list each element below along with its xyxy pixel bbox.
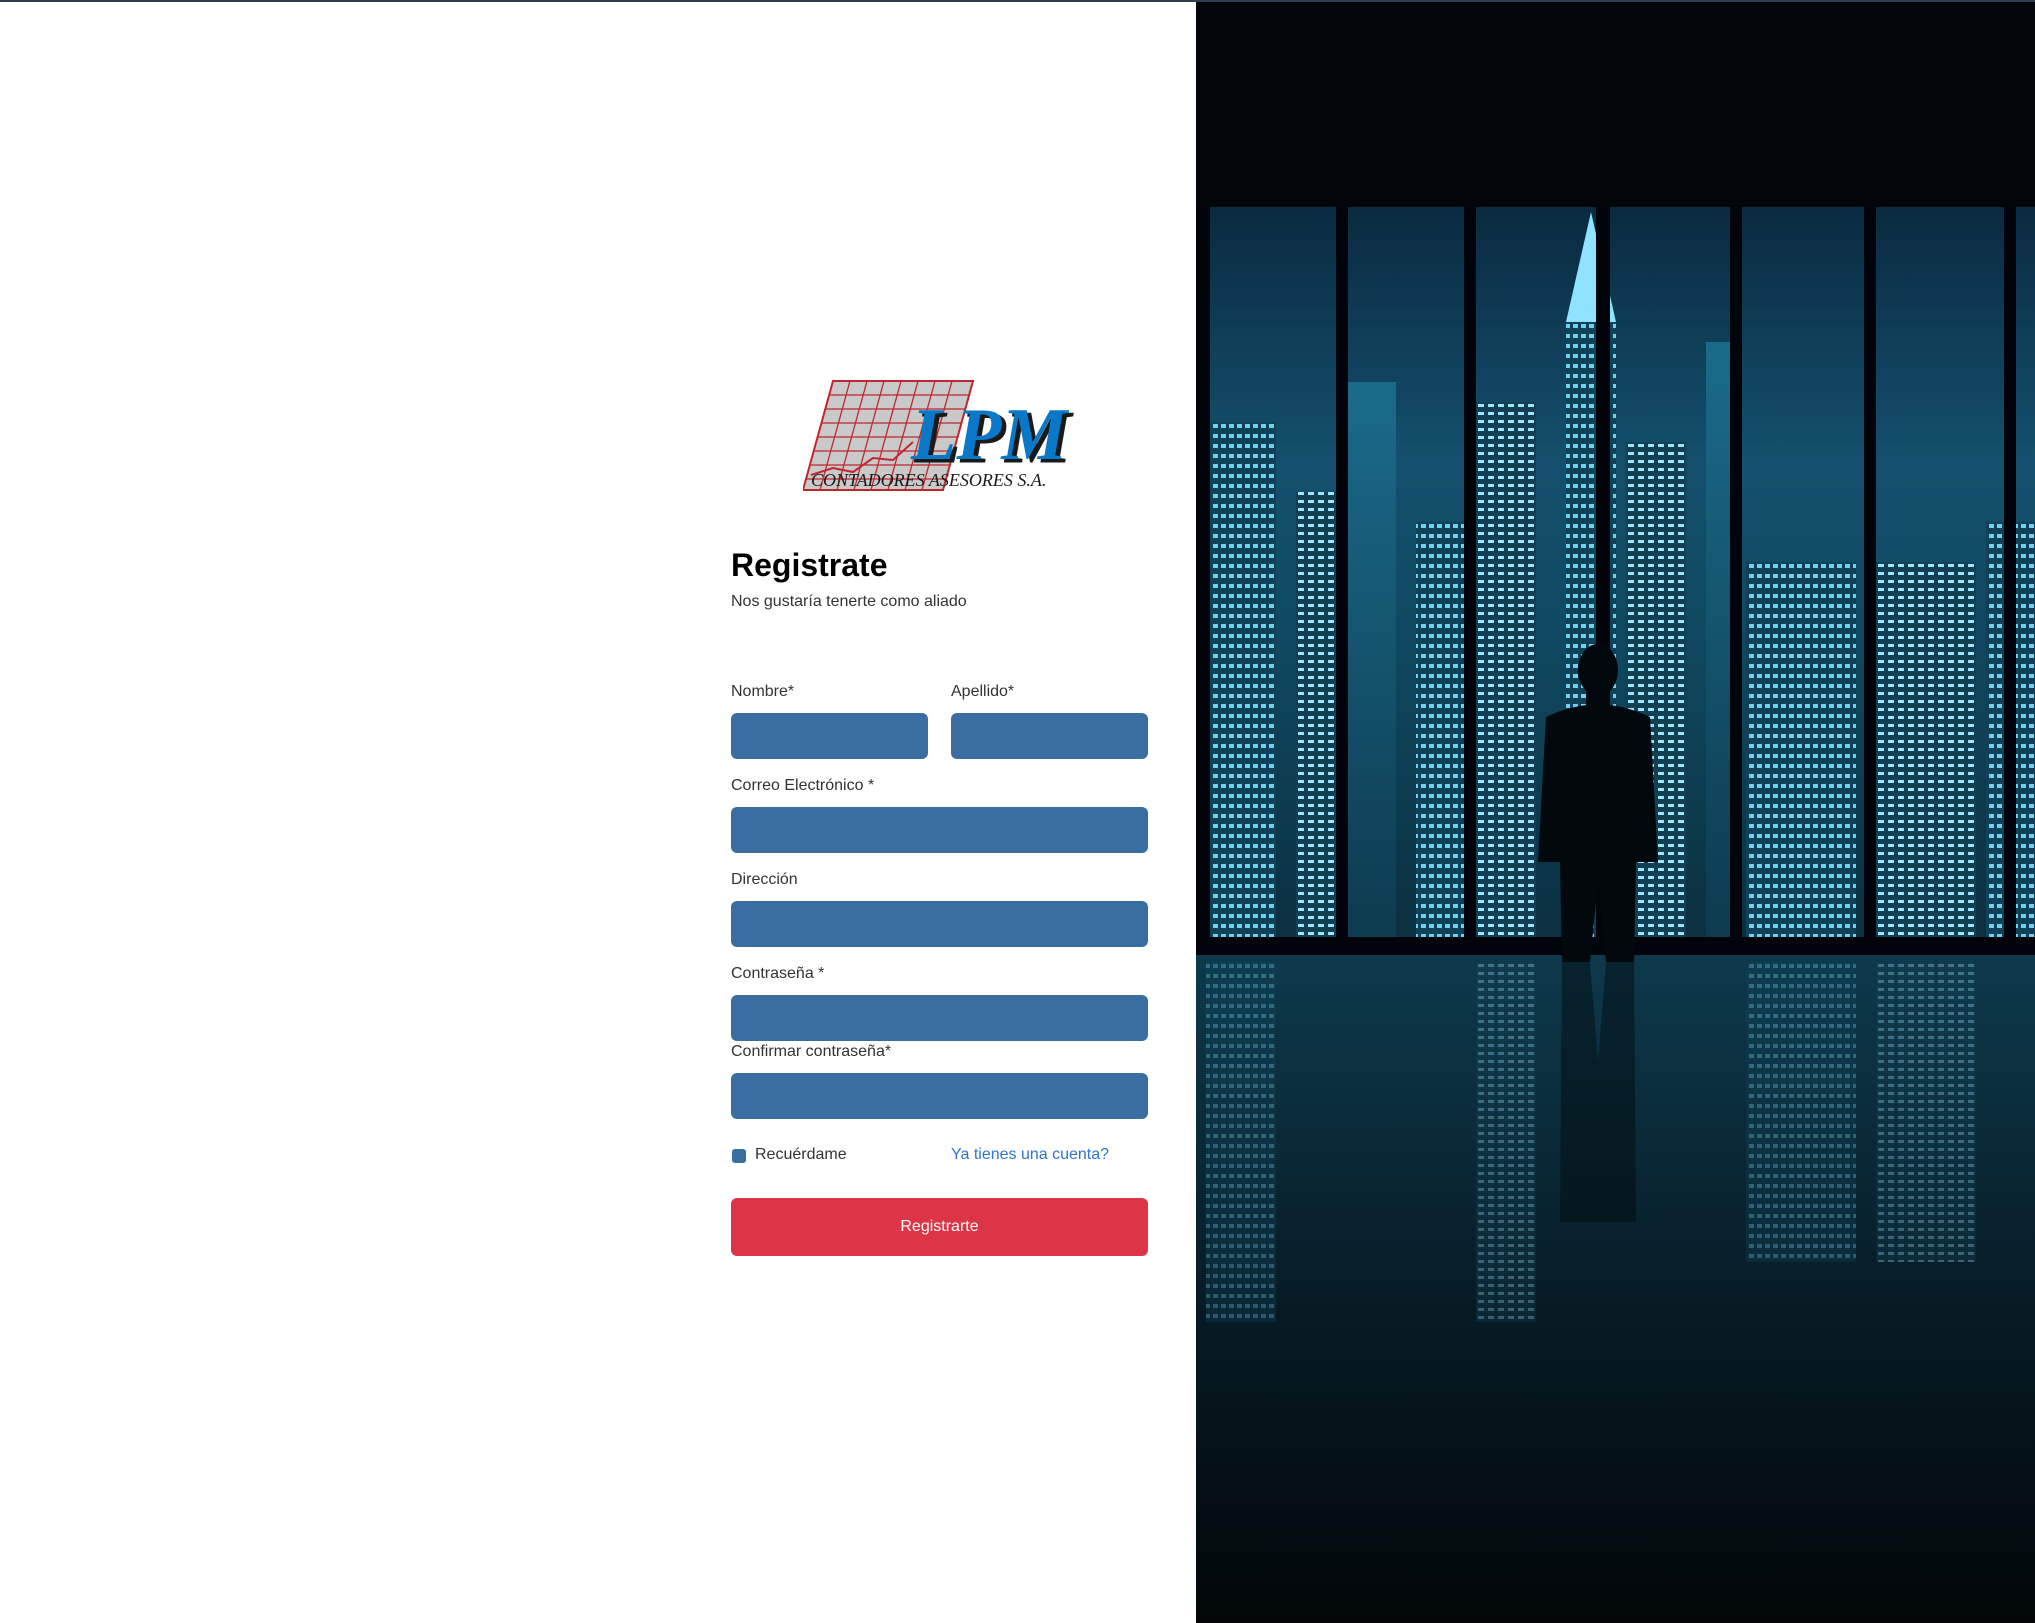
- password-group: Contraseña *: [731, 964, 1148, 1041]
- password-input[interactable]: [731, 995, 1148, 1041]
- confirm-password-input[interactable]: [731, 1073, 1148, 1119]
- address-group: Dirección: [731, 870, 1148, 947]
- address-label: Dirección: [731, 871, 798, 888]
- register-button[interactable]: Registrarte: [731, 1198, 1148, 1256]
- register-form: Registrate Nos gustaría tenerte como ali…: [731, 547, 1148, 1256]
- page-subtitle: Nos gustaría tenerte como aliado: [731, 593, 967, 610]
- page-title: Registrate: [731, 547, 888, 583]
- email-label: Correo Electrónico *: [731, 777, 875, 794]
- password-label: Contraseña *: [731, 965, 825, 982]
- logo-subtitle: CONTADORES ASESORES S.A.: [811, 470, 1046, 490]
- background-image: [1196, 2, 2035, 1623]
- confirm-password-label: Confirmar contraseña*: [731, 1043, 892, 1060]
- lpm-logo: LPM LPM CONTADORES ASESORES S.A.: [803, 380, 1074, 491]
- last-name-group: Apellido*: [951, 682, 1148, 759]
- remember-row: Recuérdame Ya tienes una cuenta?: [731, 1144, 1148, 1168]
- address-input[interactable]: [731, 901, 1148, 947]
- email-group: Correo Electrónico *: [731, 776, 1148, 853]
- first-name-group: Nombre*: [731, 682, 928, 759]
- register-page: LPM LPM CONTADORES ASESORES S.A. Registr…: [0, 0, 2035, 1623]
- form-panel: LPM LPM CONTADORES ASESORES S.A. Registr…: [0, 2, 1196, 1623]
- city-skyline-image: [1196, 2, 2035, 1623]
- first-name-input[interactable]: [731, 713, 928, 759]
- first-name-label: Nombre*: [731, 683, 795, 700]
- remember-label[interactable]: Recuérdame: [755, 1146, 847, 1164]
- confirm-password-group: Confirmar contraseña*: [731, 1042, 1148, 1119]
- email-input[interactable]: [731, 807, 1148, 853]
- login-link[interactable]: Ya tienes una cuenta?: [951, 1146, 1109, 1164]
- logo-text: LPM: [910, 394, 1069, 476]
- remember-checkbox[interactable]: [732, 1149, 746, 1163]
- last-name-label: Apellido*: [951, 683, 1015, 700]
- last-name-input[interactable]: [951, 713, 1148, 759]
